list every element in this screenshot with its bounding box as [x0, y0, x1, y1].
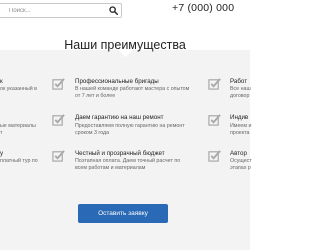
- search-box[interactable]: [0, 3, 122, 18]
- feature-description: этапах р: [230, 165, 251, 171]
- feature-description: Имеем и: [230, 123, 252, 129]
- feature-title: к: [0, 78, 3, 85]
- feature-title: Честный и прозрачный бюджет: [75, 150, 165, 157]
- submit-request-button[interactable]: Оставить заявку: [78, 204, 168, 223]
- feature-description: Осущест: [230, 158, 252, 164]
- feature-description: платный тур по: [0, 158, 38, 164]
- feature-description: проекта: [230, 130, 250, 136]
- top-bar: +7 (000) 000: [0, 0, 250, 24]
- checkbox-check-icon: [52, 78, 65, 90]
- checkbox-check-icon: [208, 150, 221, 162]
- feature-description: от 7 лет и более: [75, 93, 116, 99]
- feature-title: Даем гарантию на наш ремонт: [75, 114, 164, 121]
- submit-request-label: Оставить заявку: [98, 210, 148, 217]
- checkbox-check-icon: [208, 114, 221, 126]
- checkbox-check-icon: [52, 150, 65, 162]
- search-icon[interactable]: [109, 6, 118, 15]
- feature-title: Автор: [230, 150, 247, 157]
- feature-title: Профессиональные бригады: [75, 78, 159, 85]
- search-input[interactable]: [0, 4, 106, 17]
- phone-number[interactable]: +7 (000) 000: [172, 2, 234, 14]
- feature-description: Предоставляем полную гарантию на ремонт: [75, 123, 185, 129]
- feature-description: Все наш: [230, 86, 251, 92]
- checkbox-check-icon: [208, 78, 221, 90]
- feature-description: Поэтапная оплата. Даем точный расчет по: [75, 158, 181, 164]
- feature-description: сроком 3 года: [75, 130, 110, 136]
- feature-description: договор: [230, 93, 250, 99]
- feature-title: у: [0, 150, 4, 157]
- feature-title: Работ: [230, 78, 248, 85]
- checkbox-check-icon: [52, 114, 65, 126]
- feature-description: всем работам и материалам: [75, 165, 146, 171]
- feature-description: ок указанный в: [0, 86, 37, 92]
- feature-description: В нашей команде работают мастера с опыто…: [75, 86, 190, 92]
- feature-description: ые материалы: [0, 123, 36, 129]
- feature-description: т: [0, 130, 3, 136]
- feature-title: Индив: [230, 114, 249, 121]
- section-title: Наши преимущества: [64, 38, 186, 52]
